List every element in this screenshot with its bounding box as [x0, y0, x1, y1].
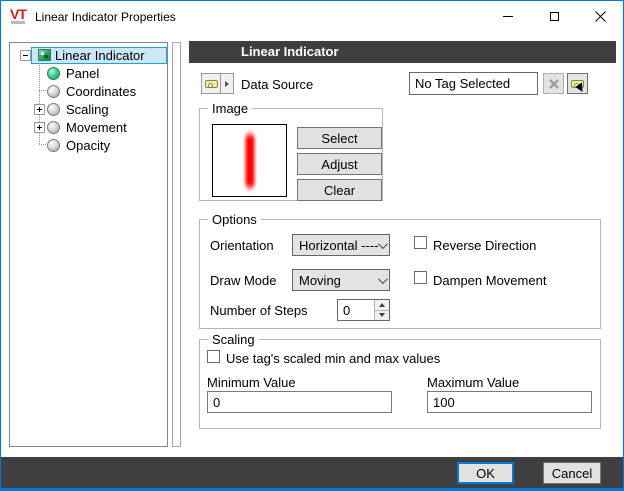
minimize-button[interactable]	[485, 1, 531, 32]
pick-tag-button[interactable]	[567, 73, 588, 94]
expand-icon[interactable]	[34, 121, 45, 133]
coordinates-status-icon	[47, 84, 60, 98]
options-group-title: Options	[208, 212, 261, 227]
image-group: Image Select Adjust Clear	[199, 101, 383, 201]
linear-indicator-icon	[38, 49, 51, 61]
scaling-status-icon	[47, 102, 60, 116]
tree-item-label: Panel	[66, 65, 100, 81]
options-group: Options Orientation Horizontal ---- Reve…	[199, 212, 601, 329]
minimum-value-label: Minimum Value	[207, 375, 296, 390]
property-tree: Linear Indicator Panel Coordinates Scali…	[9, 42, 168, 447]
tree-item-movement[interactable]: Movement	[10, 118, 167, 136]
tree-item-label: Movement	[66, 119, 127, 135]
number-of-steps-input[interactable]	[338, 300, 374, 320]
ok-button[interactable]: OK	[457, 462, 514, 484]
data-source-label: Data Source	[241, 77, 314, 92]
tree-item-label: Scaling	[66, 101, 109, 117]
arrow-right-icon	[225, 80, 229, 87]
reverse-direction-label: Reverse Direction	[433, 238, 537, 253]
draw-mode-dropdown[interactable]: Moving	[292, 269, 390, 291]
dampen-movement-label: Dampen Movement	[433, 273, 547, 288]
draw-mode-label: Draw Mode	[210, 273, 277, 288]
tree-item-linear-indicator[interactable]: Linear Indicator	[10, 46, 167, 64]
orientation-dropdown[interactable]: Horizontal ----	[292, 234, 390, 256]
maximize-icon	[549, 12, 559, 21]
maximum-value-input[interactable]	[427, 391, 592, 413]
use-tag-scaled-checkbox[interactable]	[207, 350, 220, 363]
tree-item-label: Linear Indicator	[55, 47, 145, 63]
adjust-image-button[interactable]: Adjust	[297, 153, 382, 175]
chevron-down-icon	[377, 273, 388, 284]
select-image-button[interactable]: Select	[297, 127, 382, 149]
chevron-down-icon	[377, 238, 388, 249]
tag-browse-button[interactable]	[201, 73, 221, 94]
maximize-button[interactable]	[531, 1, 577, 32]
tag-menu-arrow-button[interactable]	[221, 73, 234, 94]
indicator-preview	[212, 124, 287, 197]
tree-item-label: Coordinates	[66, 83, 137, 99]
image-group-title: Image	[208, 101, 253, 116]
use-tag-scaled-label: Use tag's scaled min and max values	[226, 351, 441, 366]
scaling-group-title: Scaling	[208, 332, 259, 347]
tree-selection[interactable]: Linear Indicator	[31, 46, 167, 64]
number-of-steps-stepper	[337, 299, 390, 321]
vtscada-logo-text: VT	[10, 6, 27, 22]
footer-bar: OK Cancel	[1, 457, 623, 488]
titlebar: VT Linear Indicator Properties	[1, 1, 623, 33]
close-icon	[594, 11, 606, 22]
draw-mode-value: Moving	[299, 272, 341, 288]
tree-item-scaling[interactable]: Scaling	[10, 100, 167, 118]
window-title: Linear Indicator Properties	[35, 10, 176, 24]
movement-status-icon	[47, 120, 60, 134]
linear-indicator-properties-dialog: VT Linear Indicator Properties Linear In…	[0, 0, 624, 491]
panel-status-icon	[47, 66, 60, 80]
tree-item-panel[interactable]: Panel	[10, 64, 167, 82]
spin-up-icon	[379, 302, 385, 307]
cancel-button[interactable]: Cancel	[543, 462, 601, 484]
data-source-input[interactable]	[409, 72, 538, 95]
expand-icon[interactable]	[34, 103, 45, 115]
step-up-button[interactable]	[375, 300, 389, 310]
opacity-status-icon	[47, 138, 60, 152]
spin-down-icon	[379, 313, 385, 318]
reverse-direction-checkbox[interactable]	[414, 236, 427, 249]
tree-item-label: Opacity	[66, 137, 111, 153]
step-down-button[interactable]	[375, 309, 389, 320]
red-indicator-image	[245, 130, 254, 192]
minimum-value-input[interactable]	[207, 391, 392, 413]
scaling-group: Scaling Use tag's scaled min and max val…	[199, 332, 601, 429]
close-button[interactable]	[577, 1, 623, 32]
orientation-value: Horizontal ----	[299, 237, 378, 253]
clear-x-icon	[548, 78, 559, 89]
vtscada-logo-icon: VT	[10, 7, 32, 27]
maximum-value-label: Maximum Value	[427, 375, 520, 390]
orientation-label: Orientation	[210, 238, 274, 253]
tag-icon	[204, 79, 218, 88]
tree-item-coordinates[interactable]: Coordinates	[10, 82, 167, 100]
dampen-movement-checkbox[interactable]	[414, 271, 427, 284]
clear-image-button[interactable]: Clear	[297, 179, 382, 201]
minimize-icon	[503, 16, 513, 17]
section-header: Linear Indicator	[189, 41, 616, 63]
collapse-icon[interactable]	[20, 49, 31, 61]
panel-splitter[interactable]	[172, 42, 181, 447]
data-source-split-button	[201, 73, 234, 94]
clear-tag-button[interactable]	[543, 73, 564, 94]
number-of-steps-label: Number of Steps	[210, 303, 308, 318]
tree-item-opacity[interactable]: Opacity	[10, 136, 167, 154]
